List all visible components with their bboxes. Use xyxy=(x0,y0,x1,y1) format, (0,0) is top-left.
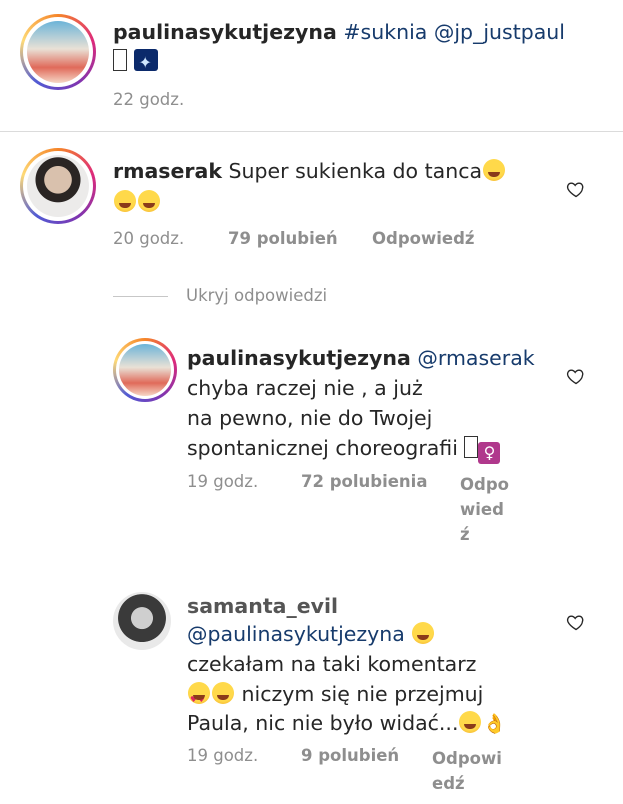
hide-replies-line xyxy=(113,296,168,297)
comment-text: Super sukienka do tanca xyxy=(228,159,483,183)
post-caption-emoji xyxy=(113,47,158,77)
reply-2-reply-button[interactable]: Odpowi edź xyxy=(432,746,502,796)
reply-2-line-1: @paulinasykutjezyna xyxy=(187,620,435,649)
reply-2-author[interactable]: samanta_evil xyxy=(187,592,338,621)
laughing-emoji-icon xyxy=(114,190,136,212)
avatar-paulina-reply[interactable] xyxy=(113,338,177,402)
divider xyxy=(0,131,623,132)
hide-replies-button[interactable]: Ukryj odpowiedzi xyxy=(186,286,327,305)
post-author[interactable]: paulinasykutjezyna xyxy=(113,20,337,44)
reply-1-mention[interactable]: @rmaserak xyxy=(417,346,534,370)
reply-2-likes[interactable]: 9 polubień xyxy=(301,746,399,765)
reply-2-line-2: czekałam na taki komentarz xyxy=(187,652,477,676)
reply-1-reply-button[interactable]: Odpo wied ź xyxy=(460,472,509,547)
avatar-samanta[interactable] xyxy=(113,592,171,650)
sparkle-emoji-icon xyxy=(133,48,158,77)
reply-1-line-1: paulinasykutjezyna @rmaserak xyxy=(187,344,535,373)
reply-2-mention[interactable]: @paulinasykutjezyna xyxy=(187,622,405,646)
post-hashtags[interactable]: #suknia @jp_justpaul xyxy=(343,20,565,44)
ok-hand-emoji-icon: 👌 xyxy=(482,713,507,735)
post-caption-line: paulinasykutjezyna #suknia @jp_justpaul xyxy=(113,18,565,47)
comment-likes[interactable]: 79 polubień xyxy=(228,229,338,248)
heart-outline-icon[interactable] xyxy=(566,612,586,632)
reply-1-text-end: spontanicznej choreografii xyxy=(187,436,458,460)
comment-reply-button[interactable]: Odpowiedź xyxy=(372,229,475,248)
avatar-paulina-post[interactable] xyxy=(20,14,96,90)
grinning-emoji-icon xyxy=(212,682,234,704)
comment-line-2 xyxy=(113,188,161,217)
avatar-rmaserak[interactable] xyxy=(20,148,96,224)
missing-glyph-icon xyxy=(113,49,127,71)
reply-1-line-2: chyba raczej nie , a już xyxy=(187,376,423,400)
reply-1-time: 19 godz. xyxy=(187,472,259,491)
reply-1-line-4: spontanicznej choreografii ♀ xyxy=(187,434,501,464)
missing-glyph-icon xyxy=(464,436,479,458)
reply-1-author[interactable]: paulinasykutjezyna xyxy=(187,346,411,370)
comment-line-1: rmaserak Super sukienka do tanca xyxy=(113,157,506,186)
reply-2-time: 19 godz. xyxy=(187,746,259,765)
heart-outline-icon[interactable] xyxy=(566,366,586,386)
reply-2-line-3: niczym się nie przejmuj xyxy=(187,680,483,714)
laughing-emoji-icon xyxy=(483,159,506,181)
post-time: 22 godz. xyxy=(113,90,185,109)
reply-1-likes[interactable]: 72 polubienia xyxy=(301,472,427,491)
comment-author[interactable]: rmaserak xyxy=(113,159,222,183)
female-sign-icon: ♀ xyxy=(478,442,501,464)
grinning-emoji-icon xyxy=(459,711,482,733)
reply-1-line-3: na pewno, nie do Twojej xyxy=(187,406,433,430)
laughing-emoji-icon xyxy=(138,190,160,212)
laughing-emoji-icon xyxy=(412,622,435,644)
heart-outline-icon[interactable] xyxy=(566,179,586,199)
heart-eyes-emoji-icon xyxy=(188,682,210,714)
reply-2-line-4: Paula, nic nie było widać... 👌 xyxy=(187,711,507,735)
comment-time: 20 godz. xyxy=(113,229,185,248)
